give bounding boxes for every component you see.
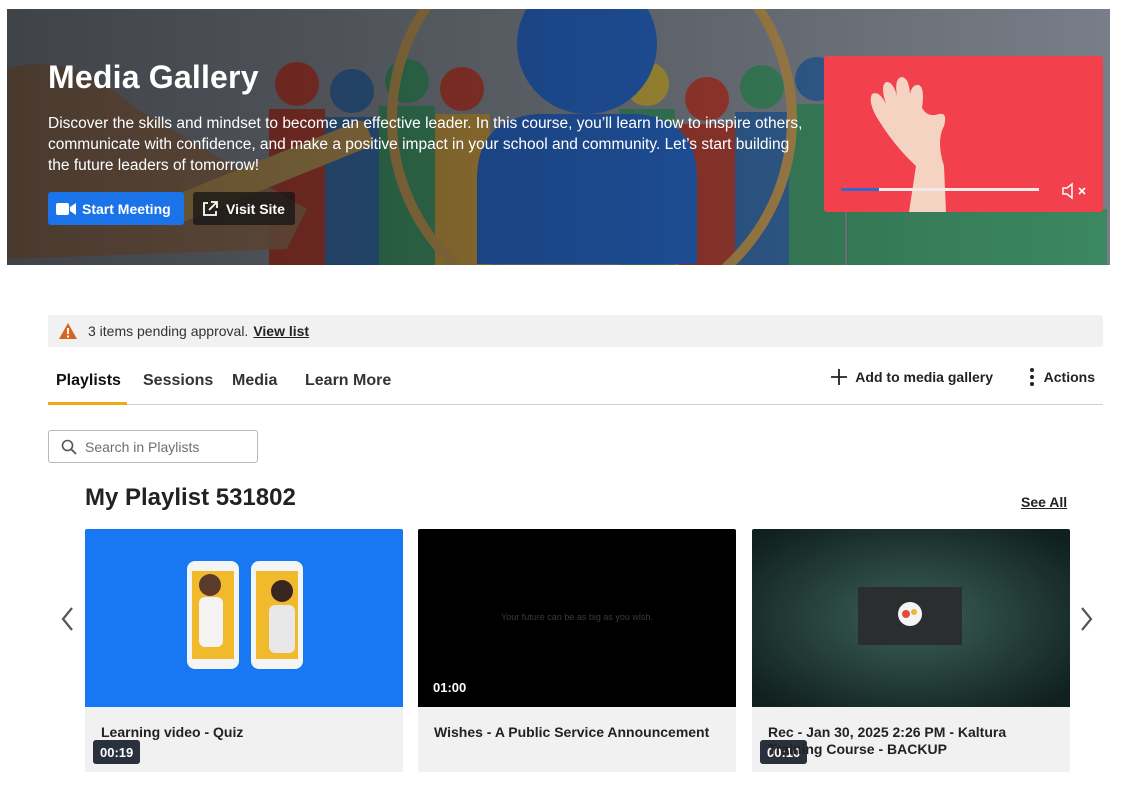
pending-approval-alert: 3 items pending approval. View list bbox=[48, 315, 1103, 347]
vertical-dots-icon bbox=[1029, 368, 1034, 386]
duration-badge: 00:19 bbox=[93, 740, 141, 764]
tab-bar: Playlists Sessions Media Learn More Add … bbox=[48, 356, 1103, 405]
card-title: Learning video - Quiz bbox=[101, 724, 244, 740]
video-progress-fill bbox=[841, 188, 879, 191]
actions-menu-button[interactable]: Actions bbox=[1029, 356, 1095, 398]
actions-label: Actions bbox=[1043, 369, 1095, 385]
see-all-link[interactable]: See All bbox=[1021, 494, 1067, 510]
visit-site-button[interactable]: Visit Site bbox=[193, 192, 295, 225]
playlist-title: My Playlist 531802 bbox=[85, 484, 296, 511]
tab-learn-more[interactable]: Learn More bbox=[305, 356, 391, 405]
card-title: Rec - Jan 30, 2025 2:26 PM - Kaltura Tra… bbox=[768, 724, 1007, 757]
plus-icon bbox=[831, 369, 848, 385]
add-to-media-gallery-button[interactable]: Add to media gallery bbox=[831, 356, 993, 398]
start-meeting-label: Start Meeting bbox=[82, 200, 171, 217]
active-tab-indicator bbox=[48, 402, 127, 405]
search-icon bbox=[61, 439, 77, 455]
add-to-media-gallery-label: Add to media gallery bbox=[855, 369, 993, 385]
playlist-search bbox=[48, 430, 258, 463]
start-meeting-button[interactable]: Start Meeting bbox=[48, 192, 184, 225]
thumbnail-caption: Your future can be as big as you wish. bbox=[501, 612, 653, 622]
video-progress-bar[interactable] bbox=[841, 188, 1039, 191]
hero-banner: Media Gallery Discover the skills and mi… bbox=[7, 9, 1110, 265]
tab-media[interactable]: Media bbox=[232, 356, 277, 405]
page-title: Media Gallery bbox=[48, 59, 259, 95]
playlist-card[interactable]: Your future can be as big as you wish. 0… bbox=[418, 529, 736, 772]
video-preview-player[interactable] bbox=[824, 56, 1103, 212]
card-title: Wishes - A Public Service Announcement bbox=[434, 724, 710, 740]
search-input[interactable] bbox=[85, 438, 245, 455]
view-list-link[interactable]: View list bbox=[253, 323, 309, 339]
video-thumbnail bbox=[752, 529, 1070, 707]
alert-text: 3 items pending approval. bbox=[88, 323, 249, 339]
chevron-left-icon[interactable] bbox=[58, 604, 78, 634]
playlist-card[interactable]: 00:19 Learning video - Quiz bbox=[85, 529, 403, 772]
video-thumbnail bbox=[85, 529, 403, 707]
visit-site-label: Visit Site bbox=[226, 200, 285, 217]
playlist-card[interactable]: 00:10 Rec - Jan 30, 2025 2:26 PM - Kaltu… bbox=[752, 529, 1070, 772]
duration-badge: 01:00 bbox=[433, 679, 467, 695]
external-link-icon bbox=[203, 200, 218, 216]
tab-sessions[interactable]: Sessions bbox=[143, 356, 213, 405]
mute-icon[interactable] bbox=[1061, 182, 1091, 200]
warning-icon bbox=[59, 323, 77, 339]
chevron-right-icon[interactable] bbox=[1076, 604, 1096, 634]
tab-playlists[interactable]: Playlists bbox=[56, 356, 121, 405]
hero-description: Discover the skills and mindset to becom… bbox=[48, 115, 803, 174]
video-camera-icon bbox=[56, 202, 76, 215]
